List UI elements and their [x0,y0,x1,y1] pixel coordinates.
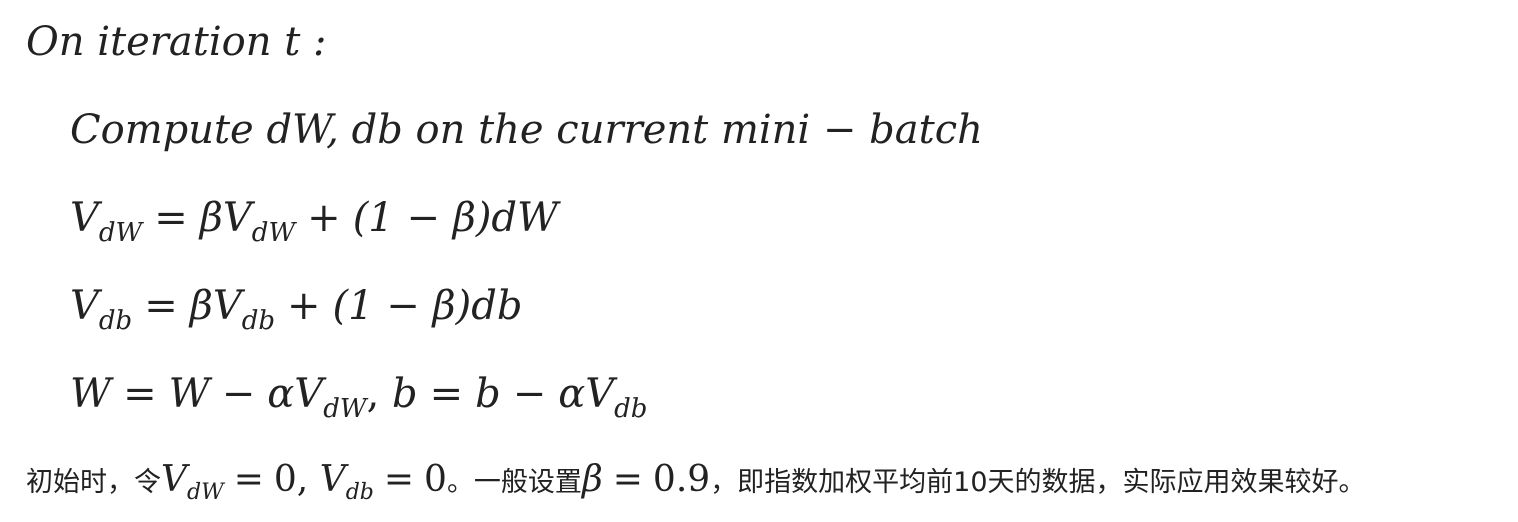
equals-sign: = [429,371,464,417]
equals-sign: = [154,195,188,241]
comma: , [366,371,380,417]
alpha-vdw: αVdW [267,371,367,424]
plus-sign: + [287,283,321,329]
compute-gradients-line: Compute dW, db on the current mini − bat… [70,110,983,150]
vdb-lhs: Vdb [70,283,133,336]
vdb-update-equation: Vdb = βVdb + (1 − β)db [70,283,523,336]
compute-text: Compute dW, db on the current mini − bat… [70,107,983,153]
vdw-rest: (1 − β)dW [352,195,559,241]
w-lhs: W [70,371,112,417]
note-suffix: ，即指数加权平均前10天的数据，实际应用效果较好。 [710,467,1366,498]
b-lhs: b [392,371,418,417]
vdb-rhs: Vdb [212,283,276,336]
initialization-note: 初始时，令VdW = 0, Vdb = 0。一般设置β = 0.9，即指数加权平均前10天的… [26,459,1366,505]
vdb-rest: (1 − β)db [332,283,523,329]
beta-symbol: β [189,283,213,329]
beta-symbol: β [199,195,223,241]
minus-sign: − [221,371,256,417]
vdw-rhs: VdW [222,195,296,248]
init-formula: VdW = 0, Vdb = 0 [161,459,447,505]
vdw-update-equation: VdW = βVdW + (1 − β)dW [70,195,559,248]
b-rhs: b [475,371,501,417]
equals-sign: = [144,283,178,329]
iteration-text: On iteration t : [26,19,327,65]
w-rhs: W [168,371,210,417]
iteration-heading: On iteration t : [26,22,326,62]
note-middle: 。一般设置 [446,467,582,498]
parameter-update-equation: W = W − αVdW, b = b − αVdb [70,371,648,424]
alpha-vdb: αVdb [558,371,648,424]
note-prefix: 初始时，令 [26,467,161,498]
vdw-lhs: VdW [70,195,143,248]
minus-sign: − [512,371,547,417]
plus-sign: + [307,195,341,241]
equals-sign: = [123,371,157,417]
beta-formula: β = 0.9 [581,459,711,500]
